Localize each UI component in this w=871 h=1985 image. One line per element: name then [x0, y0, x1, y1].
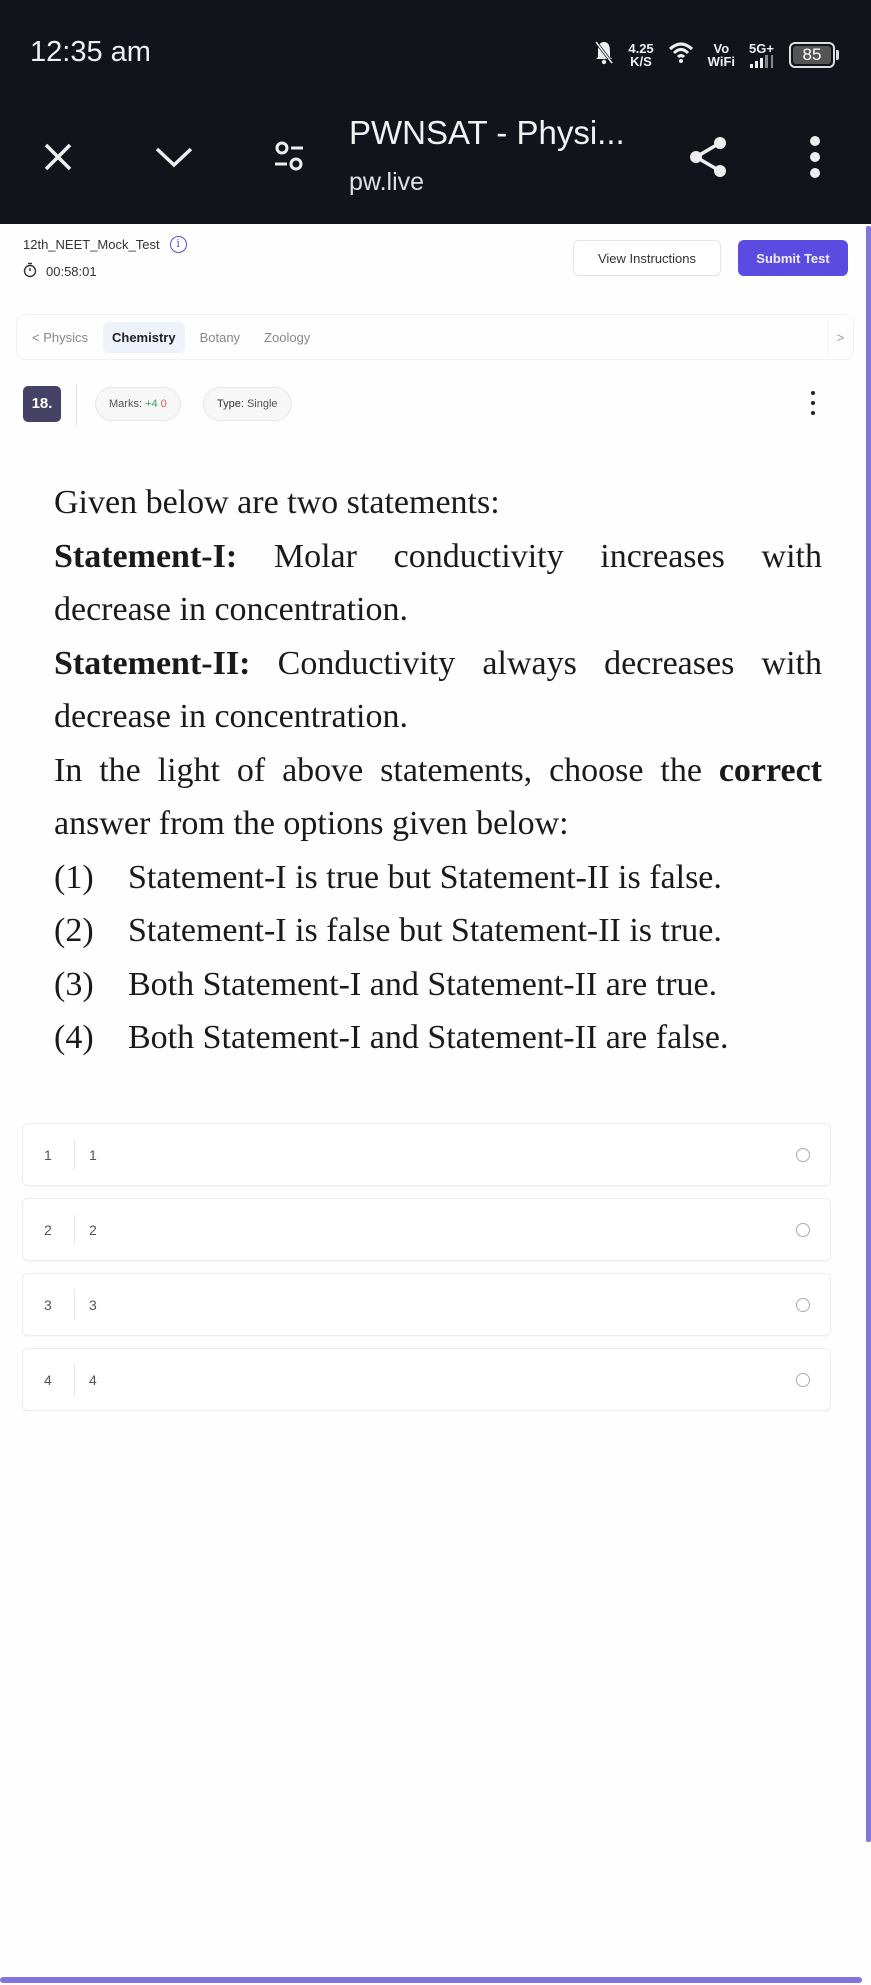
- vertical-scrollbar[interactable]: [866, 226, 871, 1842]
- marks-positive: +4: [145, 398, 158, 410]
- radio-button[interactable]: [796, 1223, 810, 1237]
- submit-test-button[interactable]: Submit Test: [738, 240, 848, 276]
- divider: [74, 1365, 75, 1395]
- signal-icon: 5G+: [749, 42, 775, 68]
- question-menu-icon[interactable]: [806, 388, 820, 418]
- answer-label: 4: [44, 1372, 52, 1388]
- wifi-icon: [668, 41, 694, 70]
- timer-value: 00:58:01: [46, 264, 97, 279]
- answer-options: 1 1 2 2 3 3 4 4: [22, 1123, 831, 1423]
- view-instructions-button[interactable]: View Instructions: [573, 240, 721, 276]
- question-option: (4) Both Statement-I and Statement-II are…: [54, 1019, 729, 1056]
- tab-chemistry[interactable]: Chemistry: [103, 321, 185, 353]
- answer-option-3[interactable]: 3 3: [22, 1273, 831, 1336]
- question-number: 18.: [23, 386, 61, 422]
- statement-1-label: Statement-I:: [54, 537, 238, 575]
- info-icon[interactable]: i: [169, 236, 187, 253]
- horizontal-scrollbar[interactable]: [0, 1977, 862, 1983]
- answer-label: 2: [44, 1222, 52, 1238]
- status-time: 12:35 am: [30, 36, 151, 68]
- marks-badge: Marks: +4 0: [95, 387, 181, 421]
- chevron-down-icon[interactable]: [149, 132, 199, 182]
- more-vert-icon[interactable]: [790, 132, 840, 182]
- radio-button[interactable]: [796, 1373, 810, 1387]
- answer-option-2[interactable]: 2 2: [22, 1198, 831, 1261]
- test-timer: 00:58:01: [23, 262, 97, 281]
- vowifi-indicator: Vo WiFi: [707, 41, 735, 69]
- statement-2-label: Statement-II:: [54, 644, 251, 682]
- status-icons: 4.25 K/S Vo WiFi 5G+ 85: [594, 38, 839, 72]
- tab-botany[interactable]: Botany: [191, 322, 249, 353]
- marks-label: Marks:: [109, 398, 142, 410]
- question-option: (3) Both Statement-I and Statement-II are…: [54, 965, 718, 1003]
- bell-muted-icon: [594, 40, 614, 71]
- battery-icon: 85: [789, 42, 839, 68]
- stopwatch-icon: [23, 262, 37, 281]
- answer-label: 1: [44, 1147, 52, 1163]
- type-label: Type:: [217, 398, 244, 410]
- divider: [74, 1215, 75, 1245]
- answer-text: 1: [89, 1147, 97, 1163]
- battery-level: 85: [793, 46, 831, 64]
- subject-tabs: < Physics Chemistry Botany Zoology >: [16, 314, 854, 360]
- tab-zoology[interactable]: Zoology: [255, 322, 319, 353]
- tabs-next-arrow[interactable]: >: [827, 321, 853, 355]
- answer-text: 3: [89, 1297, 97, 1313]
- question-prompt: In the light of above statements, choose…: [54, 751, 822, 843]
- page-url[interactable]: pw.live: [349, 168, 424, 197]
- question-option: (1) Statement-I is true but Statement-II …: [54, 858, 722, 896]
- type-value: Single: [246, 398, 278, 410]
- question-option: (2) Statement-I is false but Statement-II…: [54, 912, 722, 949]
- answer-text: 4: [89, 1372, 97, 1388]
- radio-button[interactable]: [796, 1298, 810, 1312]
- test-name-label: 12th_NEET_Mock_Test: [23, 237, 160, 252]
- divider: [74, 1290, 75, 1320]
- question-intro: Given below are two statements:: [54, 484, 500, 521]
- share-icon[interactable]: [684, 132, 734, 182]
- answer-option-4[interactable]: 4 4: [22, 1348, 831, 1411]
- question-body: Given below are two statements: Statemen…: [54, 476, 822, 1065]
- answer-option-1[interactable]: 1 1: [22, 1123, 831, 1186]
- answer-text: 2: [89, 1222, 97, 1238]
- type-badge: Type: Single: [203, 387, 292, 421]
- net-speed: 4.25 K/S: [628, 41, 654, 69]
- page-title: PWNSAT - Physi...: [349, 114, 625, 151]
- test-name: 12th_NEET_Mock_Test i: [23, 236, 187, 253]
- answer-label: 3: [44, 1297, 52, 1313]
- statement-2: Statement-II: Conductivity always decrea…: [54, 637, 822, 744]
- site-settings-icon[interactable]: [264, 132, 314, 182]
- marks-negative: 0: [160, 398, 167, 410]
- close-icon[interactable]: [33, 132, 83, 182]
- statement-1: Statement-I: Molar conductivity increase…: [54, 530, 822, 637]
- browser-chrome: 12:35 am 4.25 K/S Vo WiFi 5G+ 85 PWNSAT …: [0, 0, 871, 224]
- tab-physics[interactable]: < Physics: [23, 322, 97, 353]
- radio-button[interactable]: [796, 1148, 810, 1162]
- divider: [76, 384, 77, 426]
- divider: [74, 1140, 75, 1170]
